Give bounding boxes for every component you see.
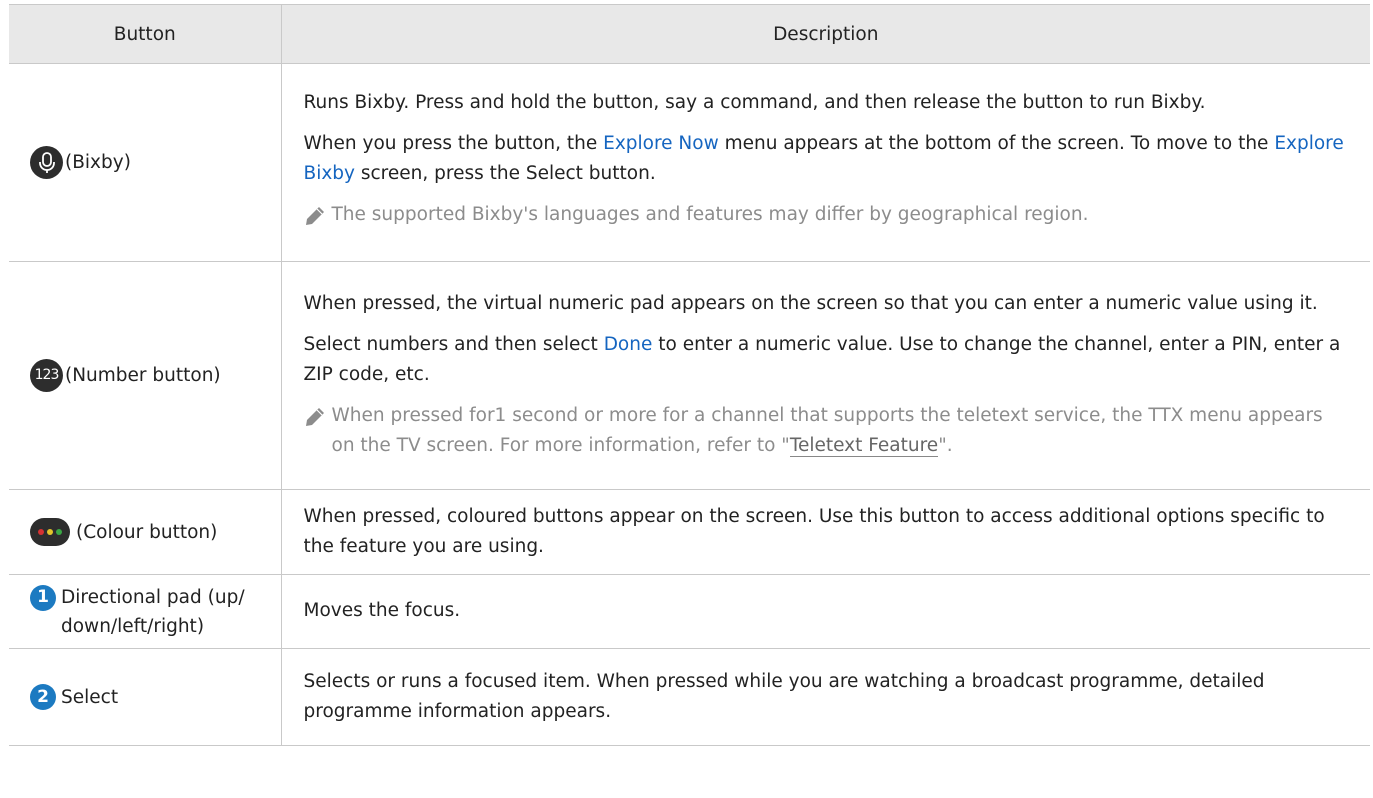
- button-label-directional-pad: Directional pad (up/ down/left/right): [61, 586, 245, 637]
- button-label-colour: (Colour button): [76, 521, 218, 543]
- remote-buttons-table: Button Description (Bixby) Runs Bixby. P…: [9, 4, 1370, 746]
- step-1-icon: 1: [30, 584, 56, 611]
- button-cell: 1 Directional pad (up/ down/left/right): [9, 574, 281, 649]
- table-header-row: Button Description: [9, 4, 1370, 64]
- table-row-number: 123 (Number button) When pressed, the vi…: [9, 261, 1370, 490]
- button-label-number: (Number button): [65, 365, 221, 386]
- step-2-icon: 2: [30, 684, 56, 710]
- header-description: Description: [280, 4, 1370, 64]
- button-cell: 2 Select: [9, 648, 281, 746]
- table-row-select: 2 Select Selects or runs a focused item.…: [9, 648, 1370, 746]
- number-desc-2: Select numbers and then select Done to e…: [303, 334, 1341, 385]
- number-desc-1: When pressed, the virtual numeric pad ap…: [303, 293, 1318, 314]
- microphone-icon: [30, 146, 63, 179]
- bixby-desc-1: Runs Bixby. Press and hold the button, s…: [303, 91, 1206, 113]
- directional-pad-desc: Moves the focus.: [303, 600, 461, 621]
- description-cell: When pressed, the virtual numeric pad ap…: [280, 261, 1370, 490]
- button-cell: 123 (Number button): [9, 261, 281, 490]
- number-note: When pressed for1 second or more for a c…: [304, 401, 1351, 461]
- button-cell: (Bixby): [9, 63, 281, 262]
- select-desc: Selects or runs a focused item. When pre…: [303, 670, 1265, 722]
- done-term: Done: [603, 334, 653, 355]
- number-note-text: When pressed for1 second or more for a c…: [331, 405, 1323, 457]
- header-button: Button: [9, 4, 281, 64]
- bixby-desc-2: When you press the button, the Explore N…: [303, 132, 1344, 184]
- bixby-note-text: The supported Bixby's languages and feat…: [331, 203, 1089, 225]
- description-cell: Runs Bixby. Press and hold the button, s…: [280, 63, 1370, 262]
- colour-dots-icon: [30, 518, 70, 546]
- explore-now-term: Explore Now: [603, 132, 719, 154]
- description-cell: Moves the focus.: [280, 574, 1370, 649]
- table-row-bixby: (Bixby) Runs Bixby. Press and hold the b…: [9, 63, 1370, 262]
- pencil-note-icon: [304, 205, 330, 237]
- teletext-feature-link[interactable]: Teletext Feature: [789, 435, 939, 457]
- pencil-note-icon: [304, 406, 330, 438]
- number-123-icon: 123: [30, 359, 63, 392]
- description-cell: When pressed, coloured buttons appear on…: [280, 489, 1370, 575]
- bixby-note: The supported Bixby's languages and feat…: [304, 200, 1351, 237]
- button-label-select: Select: [61, 686, 119, 708]
- table-row-directional-pad: 1 Directional pad (up/ down/left/right) …: [9, 574, 1370, 649]
- button-cell: (Colour button): [9, 489, 281, 575]
- table-row-colour: (Colour button) When pressed, coloured b…: [9, 489, 1370, 575]
- colour-desc: When pressed, coloured buttons appear on…: [303, 505, 1325, 557]
- button-label-bixby: (Bixby): [65, 152, 131, 173]
- description-cell: Selects or runs a focused item. When pre…: [280, 648, 1370, 746]
